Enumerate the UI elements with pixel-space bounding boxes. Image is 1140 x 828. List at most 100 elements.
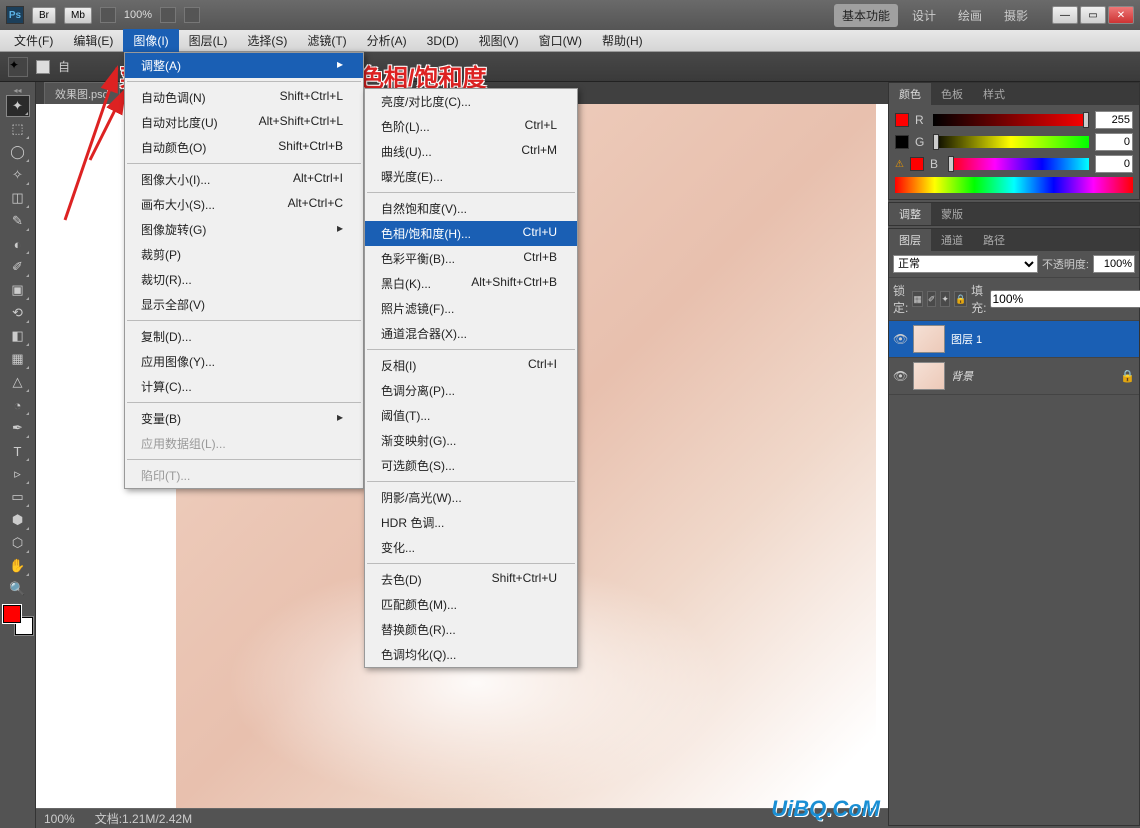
menu-apply-image[interactable]: 应用图像(Y)... xyxy=(125,349,363,374)
blur-tool[interactable]: △ xyxy=(6,371,30,393)
menu-trim[interactable]: 裁切(R)... xyxy=(125,267,363,292)
r-input[interactable] xyxy=(1095,111,1133,129)
foreground-color[interactable] xyxy=(3,605,21,623)
heal-tool[interactable]: ◐ xyxy=(6,233,30,255)
visibility-icon[interactable]: 👁 xyxy=(893,369,907,383)
menu-black-white[interactable]: 黑白(K)...Alt+Shift+Ctrl+B xyxy=(365,271,577,296)
menu-vibrance[interactable]: 自然饱和度(V)... xyxy=(365,196,577,221)
color-swatch[interactable] xyxy=(895,113,909,127)
menu-gradient-map[interactable]: 渐变映射(G)... xyxy=(365,428,577,453)
menu-variations[interactable]: 变化... xyxy=(365,535,577,560)
tab-masks[interactable]: 蒙版 xyxy=(931,203,973,225)
gradient-tool[interactable]: ▦ xyxy=(6,348,30,370)
menu-shadow-highlight[interactable]: 阴影/高光(W)... xyxy=(365,485,577,510)
zoom-level[interactable]: 100% xyxy=(124,9,152,21)
menu-color-balance[interactable]: 色彩平衡(B)...Ctrl+B xyxy=(365,246,577,271)
layer-row-1[interactable]: 👁 图层 1 xyxy=(889,321,1139,358)
menu-select[interactable]: 选择(S) xyxy=(237,29,297,52)
layer-name[interactable]: 图层 1 xyxy=(951,331,982,347)
tool-preset-icon[interactable]: ✦ xyxy=(8,57,28,77)
pen-tool[interactable]: ✒ xyxy=(6,417,30,439)
brush-tool[interactable]: ✐ xyxy=(6,256,30,278)
menu-image[interactable]: 图像(I) xyxy=(123,29,178,52)
g-input[interactable] xyxy=(1095,133,1133,151)
visibility-icon[interactable]: 👁 xyxy=(893,332,907,346)
layer-name[interactable]: 背景 xyxy=(951,368,973,384)
menu-curves[interactable]: 曲线(U)...Ctrl+M xyxy=(365,139,577,164)
path-tool[interactable]: ▹ xyxy=(6,463,30,485)
3d-camera-tool[interactable]: ⬡ xyxy=(6,532,30,554)
menu-window[interactable]: 窗口(W) xyxy=(529,29,592,52)
workspace-paint[interactable]: 绘画 xyxy=(950,4,990,27)
arrange-dropdown[interactable] xyxy=(160,7,176,23)
menu-posterize[interactable]: 色调分离(P)... xyxy=(365,378,577,403)
menu-calculations[interactable]: 计算(C)... xyxy=(125,374,363,399)
workspace-photo[interactable]: 摄影 xyxy=(996,4,1036,27)
min-button[interactable]: — xyxy=(1052,6,1078,24)
b-input[interactable] xyxy=(1095,155,1133,173)
menu-auto-tone[interactable]: 自动色调(N)Shift+Ctrl+L xyxy=(125,85,363,110)
menu-replace-color[interactable]: 替换颜色(R)... xyxy=(365,617,577,642)
hand-tool[interactable]: ✋ xyxy=(6,555,30,577)
b-slider[interactable] xyxy=(948,158,1089,170)
lasso-tool[interactable]: ◯ xyxy=(6,141,30,163)
type-tool[interactable]: T xyxy=(6,440,30,462)
lock-all-icon[interactable]: 🔒 xyxy=(954,291,967,307)
layer-row-bg[interactable]: 👁 背景 🔒 xyxy=(889,358,1139,395)
menu-exposure[interactable]: 曝光度(E)... xyxy=(365,164,577,189)
stamp-tool[interactable]: ▣ xyxy=(6,279,30,301)
move-tool[interactable]: ✦ xyxy=(6,95,30,117)
menu-canvas-size[interactable]: 画布大小(S)...Alt+Ctrl+C xyxy=(125,192,363,217)
menu-desaturate[interactable]: 去色(D)Shift+Ctrl+U xyxy=(365,567,577,592)
extras-dropdown[interactable] xyxy=(184,7,200,23)
menu-hdr-toning[interactable]: HDR 色调... xyxy=(365,510,577,535)
menu-reveal-all[interactable]: 显示全部(V) xyxy=(125,292,363,317)
shape-tool[interactable]: ▭ xyxy=(6,486,30,508)
menu-help[interactable]: 帮助(H) xyxy=(592,29,653,52)
menu-image-size[interactable]: 图像大小(I)...Alt+Ctrl+I xyxy=(125,167,363,192)
screen-mode-dropdown[interactable] xyxy=(100,7,116,23)
lock-trans-icon[interactable]: ▦ xyxy=(912,291,923,307)
tab-color[interactable]: 颜色 xyxy=(889,83,931,105)
history-brush-tool[interactable]: ⟲ xyxy=(6,302,30,324)
layer-thumb[interactable] xyxy=(913,362,945,390)
menu-photo-filter[interactable]: 照片滤镜(F)... xyxy=(365,296,577,321)
r-slider[interactable] xyxy=(933,114,1089,126)
menu-hue-saturation[interactable]: 色相/饱和度(H)...Ctrl+U xyxy=(365,221,577,246)
menu-selective-color[interactable]: 可选颜色(S)... xyxy=(365,453,577,478)
color-swatch3[interactable] xyxy=(910,157,924,171)
opacity-input[interactable] xyxy=(1093,255,1135,273)
zoom-tool[interactable]: 🔍 xyxy=(6,578,30,600)
menu-auto-color[interactable]: 自动颜色(O)Shift+Ctrl+B xyxy=(125,135,363,160)
document-tab[interactable]: 效果图.psd xyxy=(44,82,120,104)
menu-analysis[interactable]: 分析(A) xyxy=(357,29,417,52)
workspace-design[interactable]: 设计 xyxy=(904,4,944,27)
workspace-basic[interactable]: 基本功能 xyxy=(834,4,898,27)
menu-3d[interactable]: 3D(D) xyxy=(417,31,469,51)
menu-crop[interactable]: 裁剪(P) xyxy=(125,242,363,267)
eyedropper-tool[interactable]: ✎ xyxy=(6,210,30,232)
bridge-button[interactable]: Br xyxy=(32,7,56,24)
g-slider[interactable] xyxy=(933,136,1089,148)
3d-tool[interactable]: ⬢ xyxy=(6,509,30,531)
menu-levels[interactable]: 色阶(L)...Ctrl+L xyxy=(365,114,577,139)
menu-auto-contrast[interactable]: 自动对比度(U)Alt+Shift+Ctrl+L xyxy=(125,110,363,135)
menu-rotate[interactable]: 图像旋转(G)▸ xyxy=(125,217,363,242)
crop-tool[interactable]: ◫ xyxy=(6,187,30,209)
auto-select-checkbox[interactable] xyxy=(36,60,50,74)
menu-invert[interactable]: 反相(I)Ctrl+I xyxy=(365,353,577,378)
menu-duplicate[interactable]: 复制(D)... xyxy=(125,324,363,349)
minibridge-button[interactable]: Mb xyxy=(64,7,92,24)
menu-brightness[interactable]: 亮度/对比度(C)... xyxy=(365,89,577,114)
menu-filter[interactable]: 滤镜(T) xyxy=(297,29,356,52)
tab-channels[interactable]: 通道 xyxy=(931,229,973,251)
menu-adjust[interactable]: 调整(A)▸ xyxy=(125,53,363,78)
lock-pos-icon[interactable]: ✦ xyxy=(940,291,950,307)
max-button[interactable]: ▭ xyxy=(1080,6,1106,24)
menu-equalize[interactable]: 色调均化(Q)... xyxy=(365,642,577,667)
fill-input[interactable] xyxy=(990,290,1140,308)
wand-tool[interactable]: ✧ xyxy=(6,164,30,186)
close-button[interactable]: ✕ xyxy=(1108,6,1134,24)
menu-threshold[interactable]: 阈值(T)... xyxy=(365,403,577,428)
toolbox-grip[interactable]: ◂◂ xyxy=(3,86,33,94)
